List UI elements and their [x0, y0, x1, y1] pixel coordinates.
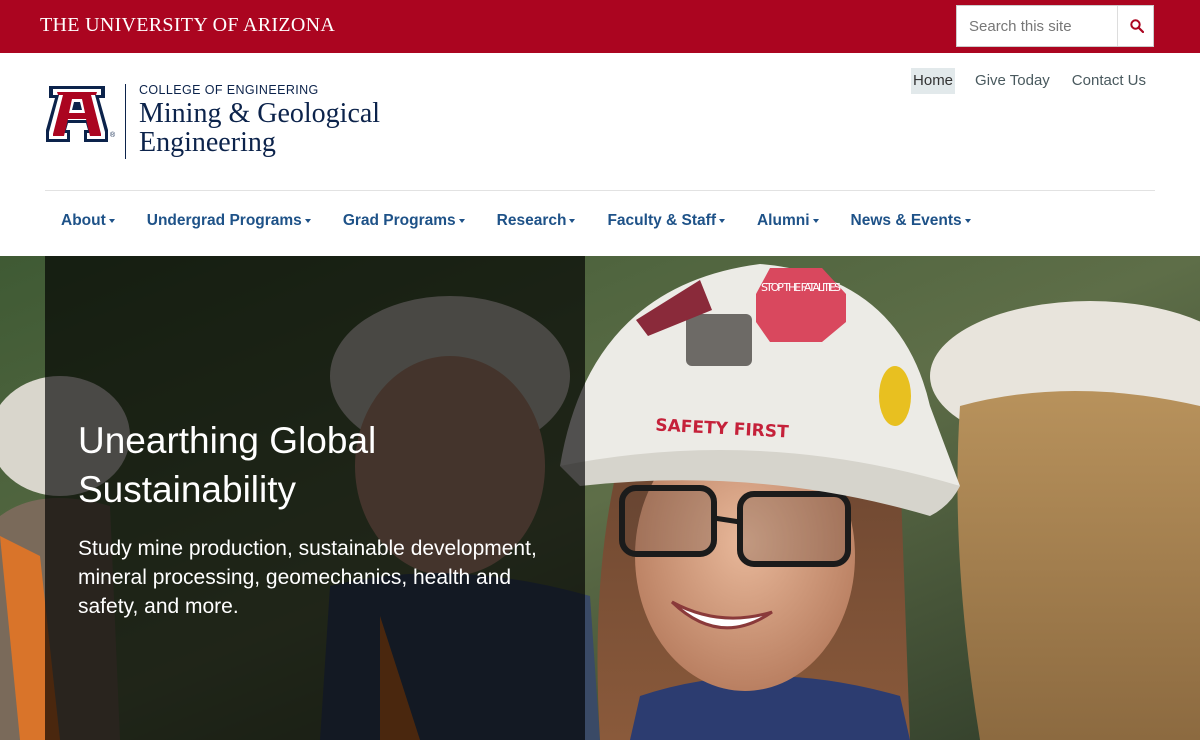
caret-down-icon [812, 219, 819, 223]
hero-banner: SAFETY FIRST STOP THE FATALITIES Unearth… [0, 256, 1200, 740]
department-name-line-1[interactable]: Mining & Geological [139, 99, 380, 129]
utility-link-home[interactable]: Home [911, 68, 956, 94]
main-nav: About Undergrad Programs Grad Programs R… [45, 204, 987, 238]
caret-down-icon [718, 219, 725, 223]
nav-item-grad-programs[interactable]: Grad Programs [327, 204, 481, 238]
utility-link-contact-us[interactable]: Contact Us [1064, 68, 1154, 94]
hero-subtitle: Study mine production, sustainable devel… [78, 537, 537, 618]
nav-item-research[interactable]: Research [481, 204, 592, 238]
department-name-line-2[interactable]: Engineering [139, 128, 276, 158]
nav-label: Faculty & Staff [607, 212, 716, 229]
registered-mark: ® [110, 132, 116, 139]
nav-label: Alumni [756, 212, 810, 229]
university-a-logo[interactable] [46, 86, 108, 142]
nav-label: Grad Programs [342, 212, 456, 229]
nav-label: Undergrad Programs [146, 212, 302, 229]
college-label[interactable]: COLLEGE OF ENGINEERING [139, 83, 319, 97]
logo-divider [125, 84, 126, 159]
university-topbar: THE UNIVERSITY OF ARIZONA [0, 0, 1200, 53]
nav-label: Research [496, 212, 567, 229]
caret-down-icon [569, 219, 576, 223]
nav-divider [45, 190, 1155, 191]
caret-down-icon [304, 219, 311, 223]
hero-title: Unearthing Global Sustainability [78, 420, 377, 510]
nav-item-undergrad-programs[interactable]: Undergrad Programs [131, 204, 327, 238]
caret-down-icon [458, 219, 465, 223]
caret-down-icon [964, 219, 971, 223]
site-search [956, 5, 1154, 47]
caret-down-icon [108, 219, 115, 223]
utility-nav: Home Give Today Contact Us [911, 68, 1154, 94]
helmet-sticker-text: STOP THE FATALITIES [761, 281, 841, 294]
nav-item-alumni[interactable]: Alumni [741, 204, 835, 238]
utility-link-give-today[interactable]: Give Today [967, 68, 1058, 94]
search-icon [1129, 19, 1144, 33]
search-input[interactable] [957, 6, 1117, 46]
nav-item-faculty-staff[interactable]: Faculty & Staff [591, 204, 741, 238]
university-wordmark[interactable]: THE UNIVERSITY OF ARIZONA [40, 14, 335, 37]
search-button[interactable] [1117, 6, 1155, 46]
nav-label: About [61, 212, 106, 229]
nav-item-news-events[interactable]: News & Events [835, 204, 987, 238]
nav-label: News & Events [850, 212, 962, 229]
nav-item-about[interactable]: About [45, 204, 131, 238]
